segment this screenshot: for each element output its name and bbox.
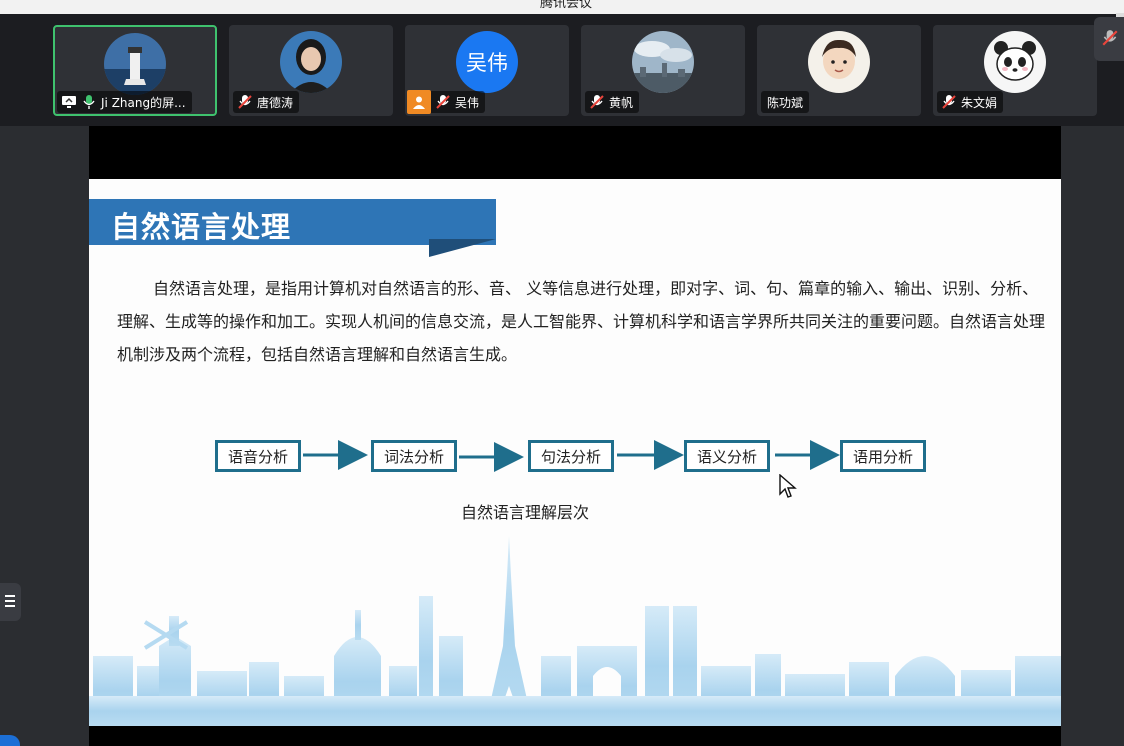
side-menu-button[interactable]	[0, 583, 21, 621]
participant-tile-6[interactable]: 朱文娟	[933, 25, 1097, 116]
avatar	[984, 31, 1046, 93]
flow-step: 句法分析	[528, 440, 614, 472]
participant-name: 唐德涛	[257, 95, 294, 110]
window-title: 腾讯会议	[540, 0, 593, 11]
nameplate: 黄帆	[585, 91, 640, 113]
muted-microphone-icon	[435, 94, 451, 110]
participant-name: Ji Zhang的屏...	[101, 95, 186, 110]
mouse-cursor-icon	[779, 473, 797, 504]
flow-step: 语音分析	[215, 440, 301, 472]
flow-step: 词法分析	[371, 440, 457, 472]
menu-icon	[4, 593, 17, 612]
participant-name: 陈功斌	[767, 95, 804, 110]
window-titlebar: 腾讯会议	[0, 0, 1124, 14]
participant-tile-5[interactable]: 陈功斌	[757, 25, 921, 116]
participant-tile-1[interactable]: Ji Zhang的屏...	[53, 25, 217, 116]
avatar	[280, 31, 342, 93]
nameplate: 朱文娟	[937, 91, 1004, 113]
participant-strip: Ji Zhang的屏... 唐德涛 吴伟 吴伟 黄帆 陈功斌 朱文娟	[0, 13, 1124, 126]
flow-caption: 自然语言理解层次	[461, 503, 590, 522]
avatar: 吴伟	[456, 31, 518, 93]
share-letterbox-bottom	[89, 726, 1061, 746]
avatar	[808, 31, 870, 93]
participant-tile-2[interactable]: 唐德涛	[229, 25, 393, 116]
microphone-icon	[81, 94, 97, 110]
muted-microphone-icon	[237, 94, 253, 110]
nameplate: 唐德涛	[233, 91, 300, 113]
participant-name: 吴伟	[455, 95, 480, 110]
corner-indicator	[1116, 13, 1124, 17]
nameplate: Ji Zhang的屏...	[57, 91, 192, 113]
status-indicator	[0, 735, 20, 746]
avatar	[632, 31, 694, 93]
city-skyline-decoration	[89, 536, 1061, 726]
avatar	[104, 33, 166, 95]
self-mic-toggle-button[interactable]	[1094, 13, 1124, 61]
muted-microphone-icon	[941, 94, 957, 110]
participant-name: 朱文娟	[961, 95, 998, 110]
muted-microphone-icon	[1102, 29, 1118, 51]
participant-tile-4[interactable]: 黄帆	[581, 25, 745, 116]
muted-microphone-icon	[589, 94, 605, 110]
flow-step: 语义分析	[684, 440, 770, 472]
nameplate: 吴伟	[407, 90, 486, 114]
participant-tile-3[interactable]: 吴伟 吴伟	[405, 25, 569, 116]
avatar-text: 吴伟	[466, 51, 508, 75]
share-letterbox-top	[89, 126, 1061, 179]
participant-name: 黄帆	[609, 95, 634, 110]
shared-slide: 自然语言处理 自然语言处理，是指用计算机对自然语言的形、音、 义等信息进行处理，…	[89, 179, 1061, 726]
screen-share-icon	[61, 94, 77, 110]
host-badge-icon	[407, 90, 431, 114]
flow-step: 语用分析	[840, 440, 926, 472]
nameplate: 陈功斌	[761, 91, 810, 113]
